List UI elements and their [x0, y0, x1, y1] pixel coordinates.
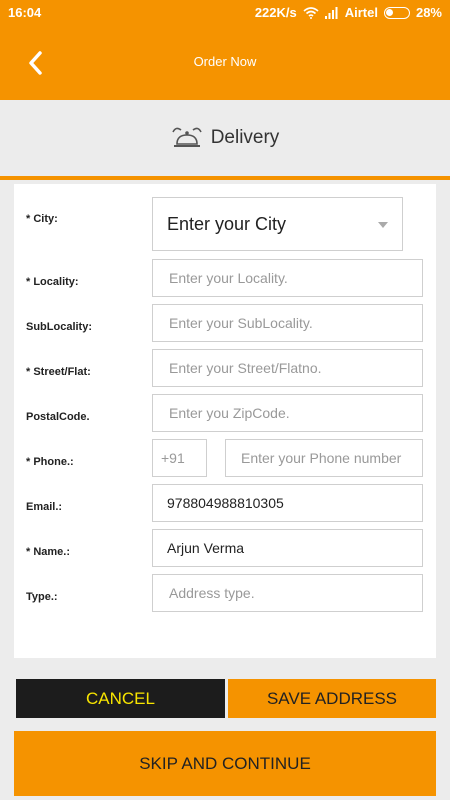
email-value: 978804988810305 [167, 495, 284, 511]
status-time: 16:04 [8, 5, 42, 20]
locality-placeholder: Enter your Locality. [169, 270, 288, 286]
postal-placeholder: Enter you ZipCode. [169, 405, 290, 421]
city-select[interactable]: Enter your City [152, 197, 403, 251]
status-right: 222K/s Airtel 28% [255, 5, 442, 20]
skip-and-continue-button[interactable]: SKIP AND CONTINUE [14, 731, 436, 796]
country-code-value: +91 [161, 450, 185, 466]
type-label: Type.: [26, 591, 58, 603]
email-label: Email.: [26, 501, 63, 513]
city-label: * City: [26, 213, 58, 225]
save-address-button[interactable]: SAVE ADDRESS [228, 679, 436, 718]
street-placeholder: Enter your Street/Flatno. [169, 360, 322, 376]
delivery-title: Delivery [210, 127, 280, 148]
locality-label: * Locality: [26, 276, 79, 288]
street-label: * Street/Flat: [26, 366, 91, 378]
wifi-icon [303, 6, 319, 19]
phone-label: * Phone.: [26, 456, 74, 468]
name-input[interactable]: Arjun Verma [152, 529, 423, 567]
phone-placeholder: Enter your Phone number [241, 450, 402, 466]
app-bar: Order Now [0, 25, 450, 100]
type-input[interactable]: Address type. [152, 574, 423, 612]
signal-icon [324, 6, 338, 19]
battery-percent: 28% [415, 5, 442, 20]
network-speed: 222K/s [254, 5, 297, 20]
sublocality-placeholder: Enter your SubLocality. [169, 315, 313, 331]
country-code-input[interactable]: +91 [152, 439, 207, 477]
sublocality-input[interactable]: Enter your SubLocality. [152, 304, 423, 342]
email-input[interactable]: 978804988810305 [152, 484, 423, 522]
city-select-value: Enter your City [167, 213, 287, 234]
postal-input[interactable]: Enter you ZipCode. [152, 394, 423, 432]
cancel-button[interactable]: CANCEL [16, 679, 225, 718]
postal-label: PostalCode. [26, 411, 90, 423]
type-placeholder: Address type. [169, 585, 255, 601]
battery-icon [383, 6, 410, 19]
sublocality-label: SubLocality: [26, 321, 93, 333]
status-bar: 16:04 222K/s Airtel 28% [0, 0, 450, 25]
address-form: * City: Enter your City * Locality: Ente… [14, 184, 436, 658]
locality-input[interactable]: Enter your Locality. [152, 259, 423, 297]
carrier-name: Airtel [344, 5, 378, 20]
cloche-icon [171, 127, 202, 147]
name-value: Arjun Verma [167, 540, 245, 556]
chevron-down-icon [378, 222, 388, 228]
app-title: Order Now [193, 54, 257, 69]
name-label: * Name.: [26, 546, 71, 558]
street-input[interactable]: Enter your Street/Flatno. [152, 349, 423, 387]
delivery-header: Delivery [0, 100, 450, 180]
phone-input[interactable]: Enter your Phone number [225, 439, 423, 477]
